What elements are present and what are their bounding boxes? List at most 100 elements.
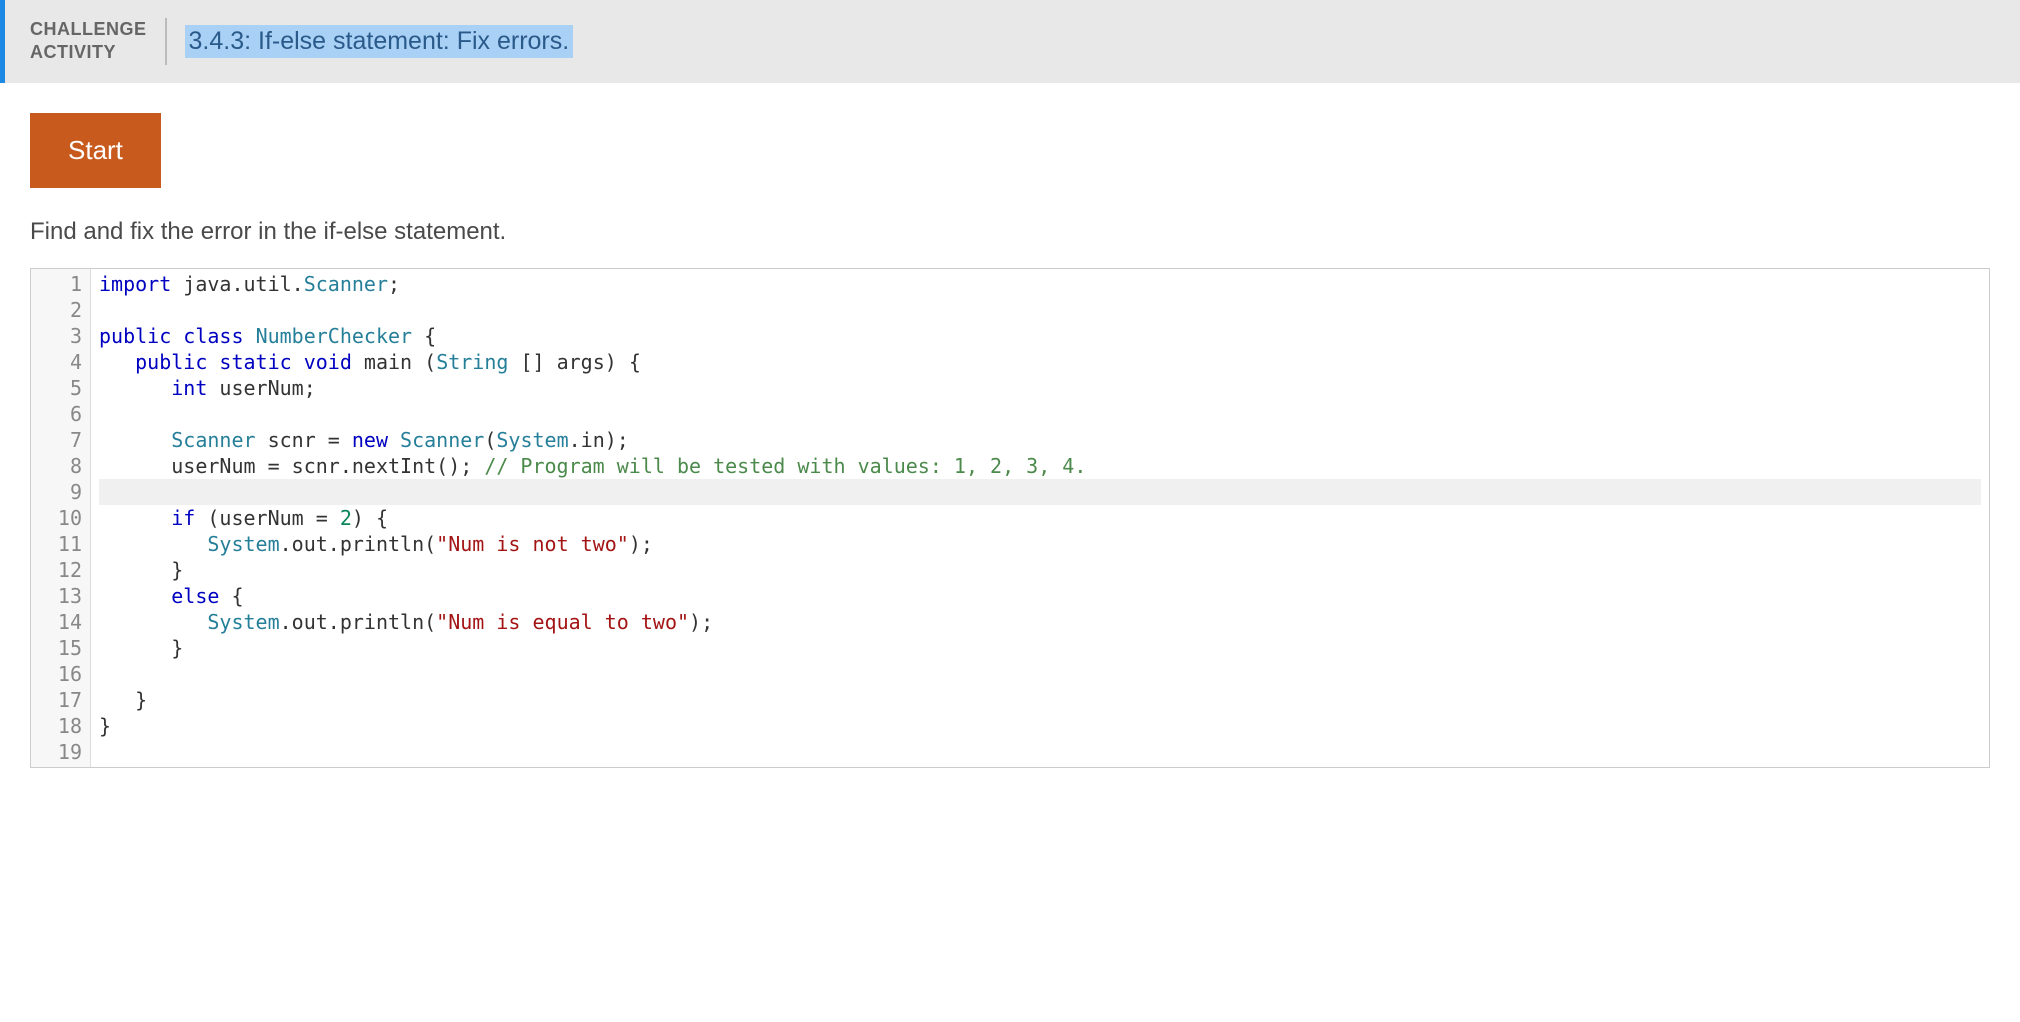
code-token: Scanner <box>171 428 255 452</box>
code-token: (userNum = <box>195 506 340 530</box>
line-number: 4 <box>47 349 82 375</box>
code-token: if <box>171 506 195 530</box>
code-token <box>99 532 207 556</box>
code-token: static <box>219 350 291 374</box>
code-token: ; <box>388 272 400 296</box>
code-line[interactable] <box>99 739 1981 765</box>
line-number: 19 <box>47 739 82 765</box>
code-line[interactable]: int userNum; <box>99 375 1981 401</box>
line-number: 7 <box>47 427 82 453</box>
code-token: { <box>412 324 436 348</box>
code-line[interactable] <box>99 401 1981 427</box>
code-token <box>99 610 207 634</box>
code-token: } <box>99 558 183 582</box>
line-number: 1 <box>47 271 82 297</box>
activity-title: 3.4.3: If-else statement: Fix errors. <box>185 25 574 58</box>
code-line[interactable] <box>99 297 1981 323</box>
code-line[interactable]: } <box>99 635 1981 661</box>
code-token: } <box>99 688 147 712</box>
code-token: .in); <box>569 428 629 452</box>
line-number: 3 <box>47 323 82 349</box>
code-line[interactable] <box>99 661 1981 687</box>
code-token: userNum = scnr.nextInt(); <box>99 454 484 478</box>
code-line[interactable]: import java.util.Scanner; <box>99 271 1981 297</box>
code-token: public <box>135 350 207 374</box>
code-token: userNum; <box>207 376 315 400</box>
code-line[interactable]: public class NumberChecker { <box>99 323 1981 349</box>
line-number: 9 <box>47 479 82 505</box>
code-token: } <box>99 714 111 738</box>
code-line[interactable]: Scanner scnr = new Scanner(System.in); <box>99 427 1981 453</box>
code-token: 2 <box>340 506 352 530</box>
line-number: 10 <box>47 505 82 531</box>
code-token <box>99 428 171 452</box>
code-token: } <box>99 636 183 660</box>
line-number: 6 <box>47 401 82 427</box>
code-line[interactable]: } <box>99 687 1981 713</box>
code-token <box>171 324 183 348</box>
code-token: scnr = <box>256 428 352 452</box>
code-line[interactable]: System.out.println("Num is equal to two"… <box>99 609 1981 635</box>
line-number: 12 <box>47 557 82 583</box>
code-token: System <box>207 532 279 556</box>
code-token <box>292 350 304 374</box>
code-token: { <box>219 584 243 608</box>
code-token: "Num is not two" <box>436 532 629 556</box>
line-number: 17 <box>47 687 82 713</box>
line-number: 15 <box>47 635 82 661</box>
line-number: 14 <box>47 609 82 635</box>
code-token: ) { <box>352 506 388 530</box>
code-token: java.util. <box>171 272 303 296</box>
code-token: void <box>304 350 352 374</box>
code-token: public <box>99 324 171 348</box>
code-line[interactable] <box>99 479 1981 505</box>
line-number: 18 <box>47 713 82 739</box>
code-token: import <box>99 272 171 296</box>
code-line[interactable]: public static void main (String [] args)… <box>99 349 1981 375</box>
code-line[interactable]: System.out.println("Num is not two"); <box>99 531 1981 557</box>
code-token: .out.println( <box>280 532 437 556</box>
code-token <box>99 376 171 400</box>
code-line[interactable]: userNum = scnr.nextInt(); // Program wil… <box>99 453 1981 479</box>
code-line[interactable]: } <box>99 713 1981 739</box>
prompt-text: Find and fix the error in the if-else st… <box>30 218 1990 246</box>
line-number: 8 <box>47 453 82 479</box>
line-number: 13 <box>47 583 82 609</box>
line-number: 11 <box>47 531 82 557</box>
code-editor[interactable]: 12345678910111213141516171819 import jav… <box>30 268 1990 768</box>
code-body[interactable]: import java.util.Scanner; public class N… <box>91 269 1989 767</box>
code-token <box>99 506 171 530</box>
code-token: Scanner <box>400 428 484 452</box>
code-token <box>207 350 219 374</box>
code-line[interactable]: else { <box>99 583 1981 609</box>
code-token: [] args) { <box>508 350 640 374</box>
header-bar: CHALLENGE ACTIVITY 3.4.3: If-else statem… <box>0 0 2020 83</box>
code-token: class <box>183 324 243 348</box>
code-token: String <box>436 350 508 374</box>
code-token: ); <box>689 610 713 634</box>
code-token: .out.println( <box>280 610 437 634</box>
line-number: 2 <box>47 297 82 323</box>
code-token: NumberChecker <box>256 324 413 348</box>
code-token: // Program will be tested with values: 1… <box>484 454 1086 478</box>
line-gutter: 12345678910111213141516171819 <box>31 269 91 767</box>
line-number: 5 <box>47 375 82 401</box>
challenge-label-line2: ACTIVITY <box>30 41 147 64</box>
code-token: new <box>352 428 388 452</box>
code-token: ( <box>484 428 496 452</box>
line-number: 16 <box>47 661 82 687</box>
code-token: ); <box>629 532 653 556</box>
start-button[interactable]: Start <box>30 113 161 188</box>
code-token: main ( <box>352 350 436 374</box>
code-line[interactable]: if (userNum = 2) { <box>99 505 1981 531</box>
challenge-label: CHALLENGE ACTIVITY <box>30 18 167 65</box>
code-token: System <box>496 428 568 452</box>
code-token: else <box>171 584 219 608</box>
code-token: Scanner <box>304 272 388 296</box>
challenge-label-line1: CHALLENGE <box>30 18 147 41</box>
code-token <box>244 324 256 348</box>
code-token <box>99 350 135 374</box>
code-line[interactable]: } <box>99 557 1981 583</box>
code-token: "Num is equal to two" <box>436 610 689 634</box>
code-token: int <box>171 376 207 400</box>
